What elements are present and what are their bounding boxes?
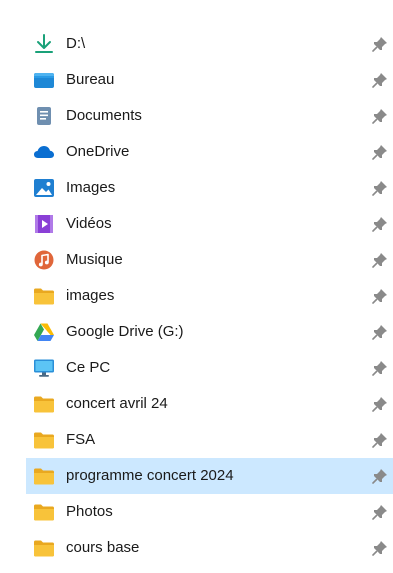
quick-access-item-label: concert avril 24	[66, 395, 168, 412]
quick-access-item-concert-avril-24[interactable]: concert avril 24	[0, 386, 393, 422]
quick-access-item-cours-base[interactable]: cours base	[0, 530, 393, 566]
documents-icon	[33, 106, 55, 126]
quick-access-item-label: Bureau	[66, 71, 115, 88]
quick-access-item-label: images	[66, 287, 115, 304]
quick-access-item-label: Musique	[66, 251, 123, 268]
quick-access-pane: D:\ Bureau Documents OneDrive Images Vid…	[0, 0, 393, 573]
quick-access-item-documents[interactable]: Documents	[0, 98, 393, 134]
quick-access-item-label: D:\	[66, 35, 86, 52]
desktop-folder-icon	[33, 70, 55, 90]
onedrive-cloud-icon	[33, 142, 55, 162]
google-drive-icon	[33, 322, 55, 342]
quick-access-item-label: Images	[66, 179, 116, 196]
quick-access-item-music[interactable]: Musique	[0, 242, 393, 278]
pin-icon	[372, 324, 388, 340]
music-icon	[33, 250, 55, 270]
pin-icon	[372, 504, 388, 520]
quick-access-item-label: FSA	[66, 431, 96, 448]
quick-access-item-onedrive[interactable]: OneDrive	[0, 134, 393, 170]
quick-access-item-images-library[interactable]: Images	[0, 170, 393, 206]
quick-access-item-photos[interactable]: Photos	[0, 494, 393, 530]
quick-access-item-label: OneDrive	[66, 143, 130, 160]
folder-icon	[33, 286, 55, 306]
pin-icon	[372, 288, 388, 304]
pin-icon	[372, 36, 388, 52]
pin-icon	[372, 396, 388, 412]
download-arrow-icon	[33, 34, 55, 54]
videos-icon	[33, 214, 55, 234]
quick-access-item-label: Ce PC	[66, 359, 111, 376]
pictures-icon	[33, 178, 55, 198]
pin-icon	[372, 468, 388, 484]
quick-access-item-label: cours base	[66, 539, 140, 556]
quick-access-item-d-drive[interactable]: D:\	[0, 26, 393, 62]
pin-icon	[372, 72, 388, 88]
pin-icon	[372, 252, 388, 268]
quick-access-item-label: Vidéos	[66, 215, 112, 232]
pin-icon	[372, 540, 388, 556]
quick-access-item-images-folder[interactable]: images	[0, 278, 393, 314]
quick-access-item-label: Google Drive (G:)	[66, 323, 184, 340]
quick-access-item-label: Photos	[66, 503, 113, 520]
pin-icon	[372, 360, 388, 376]
quick-access-item-programme-concert-2024[interactable]: programme concert 2024	[0, 458, 393, 494]
this-pc-monitor-icon	[33, 358, 55, 378]
quick-access-list: D:\ Bureau Documents OneDrive Images Vid…	[0, 26, 393, 566]
quick-access-item-google-drive[interactable]: Google Drive (G:)	[0, 314, 393, 350]
quick-access-item-fsa[interactable]: FSA	[0, 422, 393, 458]
quick-access-item-label: Documents	[66, 107, 142, 124]
folder-icon	[33, 538, 55, 558]
folder-icon	[33, 502, 55, 522]
folder-icon	[33, 394, 55, 414]
quick-access-item-this-pc[interactable]: Ce PC	[0, 350, 393, 386]
pin-icon	[372, 108, 388, 124]
pin-icon	[372, 216, 388, 232]
quick-access-item-videos[interactable]: Vidéos	[0, 206, 393, 242]
quick-access-item-label: programme concert 2024	[66, 467, 234, 484]
pin-icon	[372, 180, 388, 196]
quick-access-item-bureau[interactable]: Bureau	[0, 62, 393, 98]
folder-icon	[33, 466, 55, 486]
pin-icon	[372, 144, 388, 160]
folder-icon	[33, 430, 55, 450]
pin-icon	[372, 432, 388, 448]
